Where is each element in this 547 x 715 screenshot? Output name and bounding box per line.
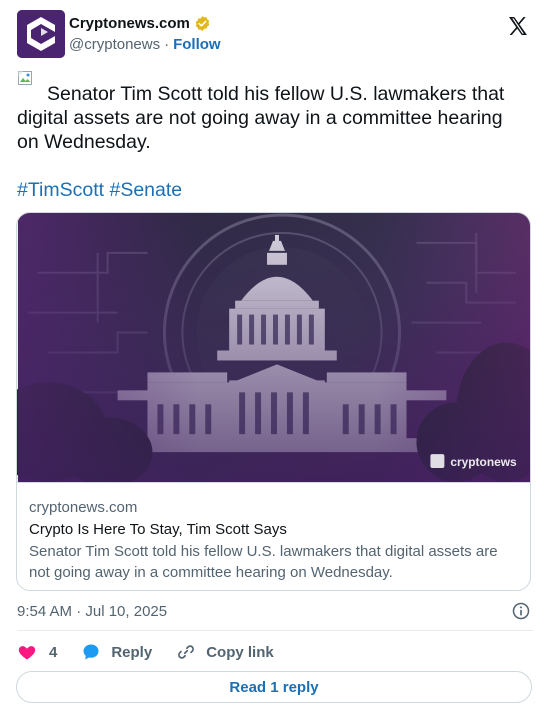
copy-link-button[interactable]: Copy link xyxy=(176,642,274,662)
separator-dot: · xyxy=(164,36,170,53)
hashtag-timscott[interactable]: #TimScott xyxy=(17,179,104,201)
like-count: 4 xyxy=(49,643,58,661)
card-description: Senator Tim Scott told his fellow U.S. l… xyxy=(29,543,498,581)
tweet-text: Senator Tim Scott told his fellow U.S. l… xyxy=(17,83,505,153)
author-avatar[interactable] xyxy=(17,10,65,58)
capitol-building-image: cryptonews xyxy=(17,213,530,483)
watermark-text: cryptonews xyxy=(450,455,517,469)
link-preview-card[interactable]: cryptonews cryptonews.com Crypto Is Here… xyxy=(16,212,531,591)
read-reply-label: Read 1 reply xyxy=(229,678,319,696)
chat-bubble-icon xyxy=(83,644,99,660)
hashtag-senate[interactable]: #Senate xyxy=(109,179,182,201)
timestamp[interactable]: 9:54 AM · Jul 10, 2025 xyxy=(17,603,167,620)
cryptonews-watermark: cryptonews xyxy=(430,454,517,469)
like-button[interactable]: 4 xyxy=(17,642,57,662)
author-name[interactable]: Cryptonews.com xyxy=(69,15,190,32)
read-reply-button[interactable]: Read 1 reply xyxy=(16,671,532,703)
card-title: Crypto Is Here To Stay, Tim Scott Says xyxy=(29,521,287,538)
hashtag-list: #TimScott #Senate xyxy=(17,178,182,202)
cryptonews-logo-icon xyxy=(17,10,65,58)
tweet-meta: 9:54 AM · Jul 10, 2025 xyxy=(17,600,533,622)
follow-button[interactable]: Follow xyxy=(173,36,221,53)
card-body: cryptonews.com Crypto Is Here To Stay, T… xyxy=(17,483,530,583)
author-handle[interactable]: @cryptonews xyxy=(69,36,160,53)
link-icon xyxy=(178,645,195,659)
reply-button[interactable]: Reply xyxy=(81,642,152,662)
reply-label: Reply xyxy=(111,643,153,661)
divider xyxy=(17,630,533,631)
card-domain: cryptonews.com xyxy=(29,499,138,516)
info-icon[interactable] xyxy=(511,601,531,621)
x-logo-icon[interactable] xyxy=(506,14,530,38)
author-info: Cryptonews.com @cryptonews · Follow xyxy=(69,13,221,54)
action-bar: 4 Reply Copy link xyxy=(17,640,298,664)
heart-icon xyxy=(18,646,36,660)
verified-badge-icon xyxy=(195,15,210,31)
copy-link-label: Copy link xyxy=(206,643,274,661)
tweet-header: Cryptonews.com @cryptonews · Follow xyxy=(17,10,533,58)
